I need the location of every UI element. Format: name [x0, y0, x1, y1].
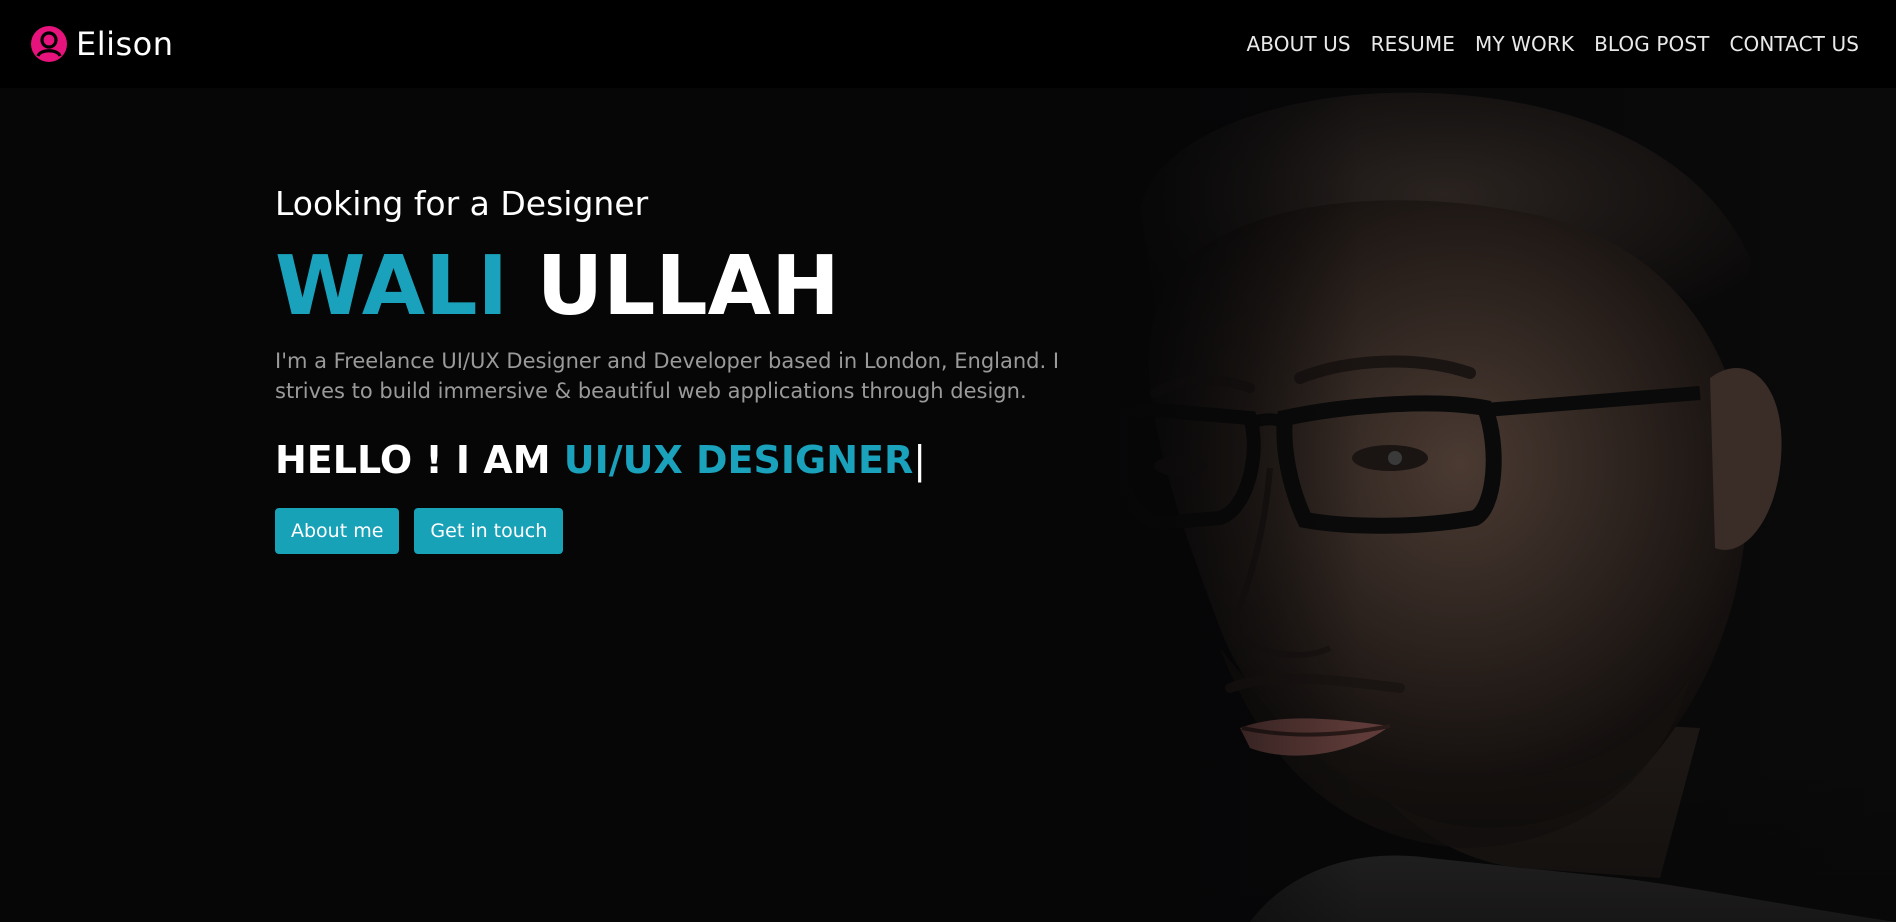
typed-role: UI/UX DESIGNER: [563, 438, 914, 482]
hero-image-bottom-fade: [1100, 760, 1896, 922]
hero-buttons: About me Get in touch: [275, 508, 1135, 554]
typed-prefix: HELLO ! I AM: [275, 438, 564, 482]
hero-typed-heading: HELLO ! I AM UI/UX DESIGNER|: [275, 436, 1135, 484]
hero-name: WALI ULLAH: [275, 244, 1135, 330]
nav-my-work[interactable]: MY WORK: [1475, 32, 1574, 56]
page: Elison ABOUT US RESUME MY WORK BLOG POST…: [0, 0, 1896, 922]
typed-cursor: |: [913, 438, 927, 482]
nav-contact-us[interactable]: CONTACT US: [1729, 32, 1859, 56]
main-nav: ABOUT US RESUME MY WORK BLOG POST CONTAC…: [1247, 32, 1860, 56]
brand-name: Elison: [76, 25, 174, 63]
nav-resume[interactable]: RESUME: [1371, 32, 1455, 56]
user-circle-icon: [31, 26, 67, 62]
brand-logo[interactable]: Elison: [30, 25, 174, 63]
nav-blog-post[interactable]: BLOG POST: [1594, 32, 1709, 56]
hero-name-first: WALI: [275, 239, 508, 334]
hero-tagline: Looking for a Designer: [275, 184, 649, 223]
hero-content: Looking for a Designer WALI ULLAH I'm a …: [275, 182, 1135, 554]
about-me-button[interactable]: About me: [275, 508, 400, 554]
hero-name-last: ULLAH: [536, 239, 840, 334]
get-in-touch-button[interactable]: Get in touch: [414, 508, 564, 554]
hero-intro: I'm a Freelance UI/UX Designer and Devel…: [275, 349, 1060, 403]
nav-about-us[interactable]: ABOUT US: [1247, 32, 1351, 56]
navbar: Elison ABOUT US RESUME MY WORK BLOG POST…: [0, 0, 1896, 88]
